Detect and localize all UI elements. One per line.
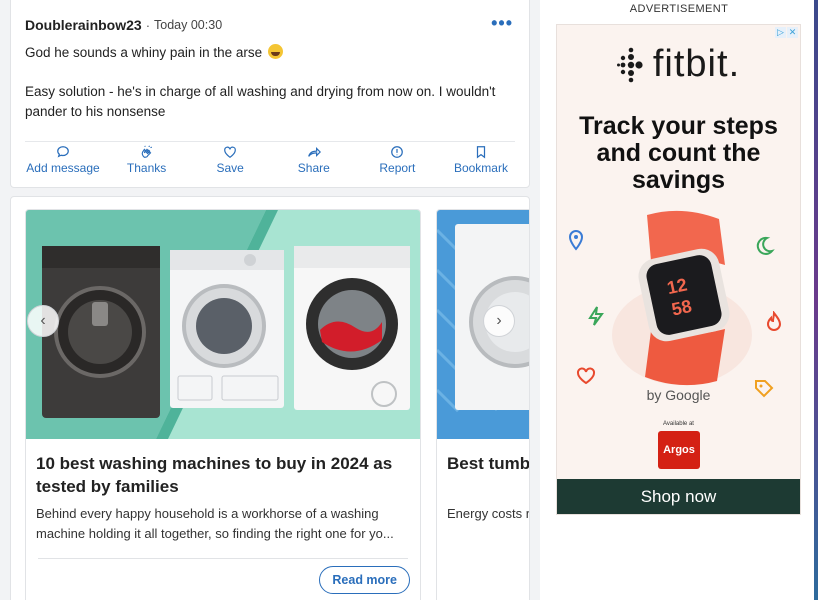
clapping-hands-icon — [141, 145, 152, 158]
fitbit-watch-image: 12 58 — [612, 210, 752, 386]
header-separator: · — [145, 17, 151, 33]
article-divider — [38, 558, 408, 559]
lightning-icon — [588, 306, 604, 326]
ad-headline: Track your steps and count the savings — [579, 112, 778, 194]
report-label: Report — [379, 161, 416, 175]
report-button[interactable]: Report — [357, 145, 437, 175]
thanks-label: Thanks — [126, 161, 167, 175]
bookmark-icon — [476, 146, 486, 159]
post-timestamp: Today 00:30 — [154, 18, 223, 32]
ad-sidebar: ADVERTISEMENT ▷ ✕ fitbit. Track your ste… — [540, 0, 818, 600]
forum-post: Doublerainbow23 · Today 00:30 ••• God he… — [10, 0, 530, 188]
add-message-button[interactable]: Add message — [23, 145, 103, 175]
post-username[interactable]: Doublerainbow23 — [25, 17, 142, 33]
share-button[interactable]: Share — [274, 145, 354, 175]
advertisement-label: ADVERTISEMENT — [629, 3, 729, 15]
article-carousel: 10 best washing machines to buy in 2024 … — [10, 196, 530, 600]
chevron-right-icon: › — [496, 312, 502, 329]
post-body: God he sounds a whiny pain in the arse E… — [25, 43, 509, 141]
ad-info-icon[interactable]: ▷ — [775, 27, 786, 38]
post-text-line-2: Easy solution - he's in charge of all wa… — [25, 84, 496, 119]
chevron-left-icon: ‹ — [40, 312, 46, 329]
article-card[interactable]: Best tumbl condenser Energy costs r rema… — [436, 209, 530, 600]
report-icon — [391, 146, 404, 158]
more-options-button[interactable]: ••• — [491, 13, 513, 34]
shop-now-button[interactable]: Shop now — [557, 479, 800, 514]
bookmark-label: Bookmark — [453, 161, 508, 175]
heart-outline-icon — [577, 367, 595, 385]
brand-name: fitbit — [652, 43, 729, 85]
brand-suffix: . — [728, 43, 741, 85]
article-title[interactable]: 10 best washing machines to buy in 2024 … — [36, 452, 410, 498]
article-card[interactable]: 10 best washing machines to buy in 2024 … — [25, 209, 421, 600]
article-title[interactable]: Best tumbl condenser — [447, 452, 529, 475]
post-paragraph: Easy solution - he's in charge of all wa… — [25, 82, 509, 122]
ad-choices[interactable]: ▷ ✕ — [775, 27, 798, 38]
post-actions: Add message Thanks Save Share Report Boo… — [23, 145, 521, 175]
argos-logo[interactable]: Argos — [658, 431, 700, 469]
close-icon[interactable]: ✕ — [787, 27, 798, 38]
fitbit-logo: fitbit. — [557, 43, 800, 86]
washing-machines-image — [26, 210, 420, 439]
available-at-label: Available at — [663, 421, 694, 427]
watch-hours: 12 — [665, 274, 689, 298]
flame-icon — [766, 311, 782, 331]
post-header: Doublerainbow23 · Today 00:30 ••• — [25, 13, 515, 33]
heart-icon — [224, 146, 237, 158]
share-arrow-icon — [307, 147, 321, 157]
ad-byline: by Google — [646, 387, 711, 403]
fitbit-dots-icon — [616, 47, 643, 82]
fitbit-ad[interactable]: ▷ ✕ fitbit. Track your steps and count t… — [556, 24, 801, 515]
post-text-line-1: God he sounds a whiny pain in the arse — [25, 45, 263, 60]
save-label: Save — [216, 161, 244, 175]
carousel-next-button[interactable]: › — [483, 305, 515, 337]
watch-minutes: 58 — [670, 296, 694, 320]
add-message-label: Add message — [26, 161, 100, 175]
post-divider — [25, 141, 515, 142]
window-edge — [814, 0, 818, 600]
save-button[interactable]: Save — [190, 145, 270, 175]
thanks-button[interactable]: Thanks — [107, 145, 187, 175]
carousel-prev-button[interactable]: ‹ — [27, 305, 59, 337]
share-label: Share — [297, 161, 330, 175]
speech-bubble-icon — [57, 146, 69, 158]
article-description: Behind every happy household is a workho… — [36, 506, 394, 541]
article-description: Energy costs r remain the mo — [447, 506, 530, 521]
laughing-emoji-icon — [267, 44, 283, 59]
read-more-button[interactable]: Read more — [319, 566, 410, 594]
post-paragraph: God he sounds a whiny pain in the arse — [25, 43, 509, 63]
bookmark-button[interactable]: Bookmark — [441, 145, 521, 175]
location-pin-icon — [568, 229, 584, 251]
main-column: Doublerainbow23 · Today 00:30 ••• God he… — [0, 0, 540, 600]
